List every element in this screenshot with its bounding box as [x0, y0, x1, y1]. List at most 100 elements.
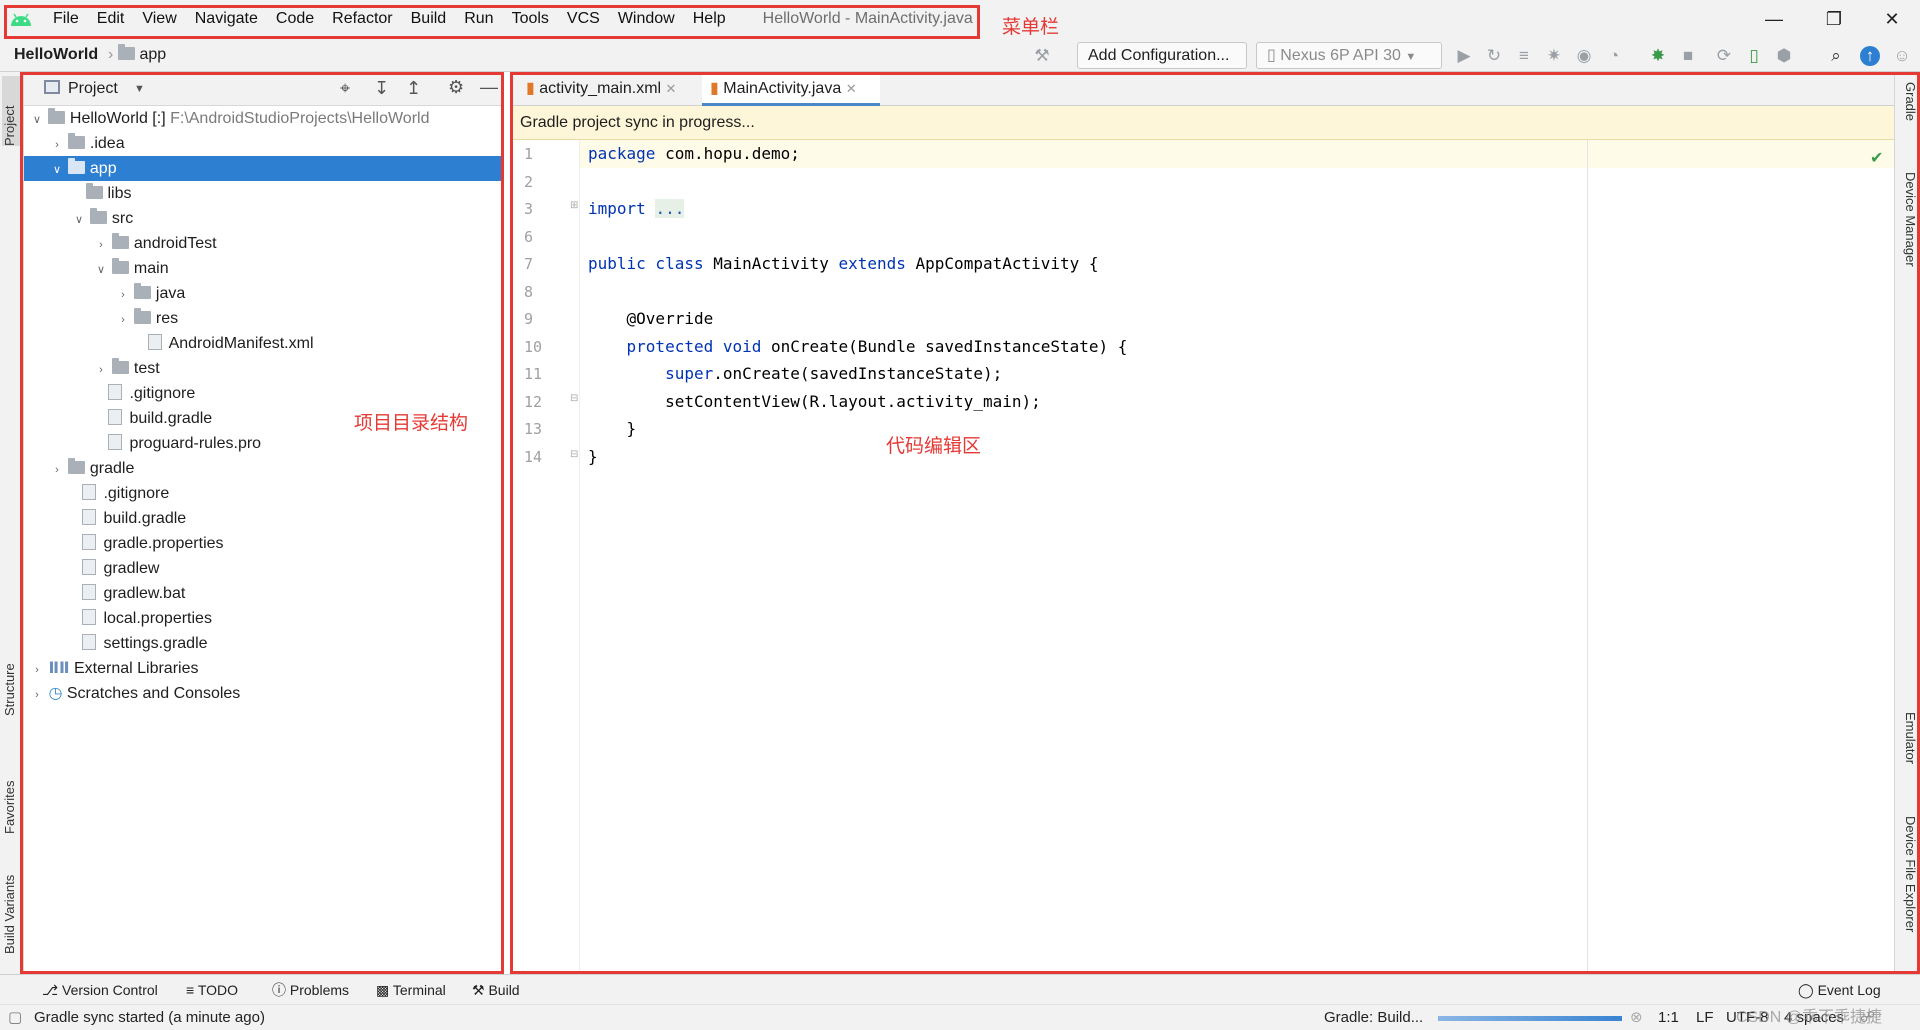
- properties-file-icon: [82, 609, 96, 625]
- collapse-all-icon[interactable]: ↥: [406, 78, 421, 99]
- todo-tab[interactable]: ≡ TODO: [186, 975, 238, 1005]
- run-coverage-icon[interactable]: ◉: [1574, 46, 1594, 66]
- menu-view[interactable]: View: [133, 0, 185, 38]
- breadcrumb-module[interactable]: app: [118, 38, 166, 72]
- chevron-down-icon: ∨: [32, 114, 42, 126]
- event-log-tab[interactable]: ◯ Event Log: [1798, 975, 1881, 1005]
- apply-changes-icon[interactable]: ↻: [1484, 46, 1504, 66]
- structure-tool-tab[interactable]: Structure: [2, 640, 22, 716]
- caret-position[interactable]: 1:1: [1658, 1005, 1679, 1030]
- tree-item-label: test: [133, 360, 160, 377]
- gradle-tool-tab[interactable]: Gradle: [1898, 82, 1918, 142]
- menu-refactor[interactable]: Refactor: [323, 0, 401, 38]
- close-window-button[interactable]: ✕: [1866, 0, 1918, 38]
- update-icon[interactable]: ↑: [1860, 46, 1880, 66]
- hammer-icon[interactable]: ⚒: [1032, 46, 1052, 66]
- build-variants-tool-tab[interactable]: Build Variants: [2, 854, 22, 954]
- expand-all-icon[interactable]: ↧: [374, 78, 389, 99]
- problems-icon: ⓘ: [272, 982, 286, 998]
- run-icon[interactable]: ▶: [1454, 46, 1474, 66]
- tree-item-label: src: [111, 210, 134, 227]
- tab-mainactivity-java[interactable]: ▮ MainActivity.java ✕: [702, 72, 880, 106]
- problems-tab[interactable]: ⓘ Problems: [272, 975, 349, 1005]
- progress-fill: [1438, 1016, 1622, 1021]
- tree-item-label: HelloWorld [:]: [69, 110, 166, 127]
- device-selector[interactable]: ▯ Nexus 6P API 30 ▼: [1256, 42, 1442, 69]
- menu-vcs[interactable]: VCS: [558, 0, 609, 38]
- terminal-tab[interactable]: ▩ Terminal: [376, 975, 446, 1005]
- project-view-selector[interactable]: Project: [68, 72, 118, 106]
- breadcrumb-project[interactable]: HelloWorld: [14, 38, 98, 72]
- close-icon[interactable]: ✕: [846, 81, 857, 96]
- build-tab[interactable]: ⚒ Build: [472, 975, 520, 1005]
- menu-tools[interactable]: Tools: [503, 0, 558, 38]
- version-control-tab[interactable]: ⎇ Version Control: [42, 975, 158, 1005]
- favorites-tool-tab[interactable]: Favorites: [2, 754, 22, 834]
- profile-icon[interactable]: ◔: [1604, 46, 1624, 66]
- attach-debugger-icon[interactable]: ✸: [1648, 46, 1668, 66]
- list-icon: ≡: [186, 982, 195, 998]
- line-separator[interactable]: LF: [1696, 1005, 1714, 1030]
- tree-item-app[interactable]: ∨ app: [24, 156, 504, 181]
- menu-window[interactable]: Window: [609, 0, 684, 38]
- tree-item-gradle[interactable]: › gradle: [24, 456, 504, 481]
- chevron-down-icon[interactable]: ▼: [134, 72, 145, 106]
- menu-code[interactable]: Code: [267, 0, 323, 38]
- tree-item-app-gitignore[interactable]: .gitignore: [24, 381, 504, 406]
- tree-item-gradle-properties[interactable]: gradle.properties: [24, 531, 504, 556]
- tree-item-gradlew-bat[interactable]: gradlew.bat: [24, 581, 504, 606]
- tree-item-local-properties[interactable]: local.properties: [24, 606, 504, 631]
- account-icon[interactable]: ☺: [1892, 46, 1912, 66]
- tree-item-libs[interactable]: libs: [24, 181, 504, 206]
- tree-item-androidmanifest[interactable]: AndroidManifest.xml: [24, 331, 504, 356]
- debug-icon[interactable]: ✷: [1544, 46, 1564, 66]
- menu-navigate[interactable]: Navigate: [186, 0, 267, 38]
- hide-panel-icon[interactable]: —: [480, 77, 498, 98]
- menu-run[interactable]: Run: [455, 0, 502, 38]
- folder-icon: [86, 183, 103, 199]
- menu-help[interactable]: Help: [684, 0, 735, 38]
- tree-item-settings-gradle[interactable]: settings.gradle: [24, 631, 504, 656]
- locate-icon[interactable]: ⌖: [340, 78, 350, 99]
- status-toggle-icon[interactable]: ▢: [8, 1005, 22, 1030]
- project-panel-header: Project ▼ ⌖ ↧ ↥ ⚙ —: [24, 72, 504, 106]
- tree-item-gradlew[interactable]: gradlew: [24, 556, 504, 581]
- tree-item-helloworld[interactable]: ∨ HelloWorld [:] F:\AndroidStudioProject…: [24, 106, 504, 131]
- gear-icon[interactable]: ⚙: [448, 77, 464, 98]
- emulator-tool-tab[interactable]: Emulator: [1898, 712, 1918, 782]
- tree-item-java[interactable]: › java: [24, 281, 504, 306]
- sync-gradle-icon[interactable]: ⟳: [1714, 46, 1734, 66]
- add-configuration-button[interactable]: Add Configuration...: [1077, 42, 1247, 69]
- menu-file[interactable]: File: [44, 0, 88, 38]
- code-content[interactable]: package com.hopu.demo; import ... public…: [510, 140, 1894, 540]
- stop-icon[interactable]: ■: [1678, 46, 1698, 66]
- menu-build[interactable]: Build: [402, 0, 456, 38]
- tab-activity-main-xml[interactable]: ▮ activity_main.xml ✕: [518, 72, 696, 106]
- menu-edit[interactable]: Edit: [88, 0, 134, 38]
- tree-item-androidtest[interactable]: › androidTest: [24, 231, 504, 256]
- tree-item-root-build-gradle[interactable]: build.gradle: [24, 506, 504, 531]
- tree-item-src[interactable]: ∨ src: [24, 206, 504, 231]
- event-log-icon: ◯: [1798, 982, 1814, 998]
- apply-code-changes-icon[interactable]: ≡: [1514, 46, 1534, 66]
- cancel-icon[interactable]: ⊗: [1630, 1005, 1643, 1030]
- tree-item-root-gitignore[interactable]: .gitignore: [24, 481, 504, 506]
- close-icon[interactable]: ✕: [666, 81, 677, 96]
- tree-item-idea[interactable]: › .idea: [24, 131, 504, 156]
- window-title: HelloWorld - MainActivity.java: [762, 10, 973, 27]
- project-tool-tab[interactable]: Project: [2, 76, 22, 146]
- chevron-right-icon: ›: [121, 314, 125, 326]
- tree-item-test[interactable]: › test: [24, 356, 504, 381]
- tree-item-res[interactable]: › res: [24, 306, 504, 331]
- device-manager-icon[interactable]: ▯: [1744, 46, 1764, 66]
- restore-button[interactable]: ❐: [1808, 0, 1860, 38]
- tree-item-external-libraries[interactable]: › ⅡⅡ External Libraries: [24, 656, 504, 681]
- search-icon[interactable]: ⌕: [1826, 46, 1846, 66]
- tree-item-scratches[interactable]: › ◷ Scratches and Consoles: [24, 681, 504, 706]
- device-file-explorer-tool-tab[interactable]: Device File Explorer: [1898, 816, 1918, 966]
- tree-item-main[interactable]: ∨ main: [24, 256, 504, 281]
- sdk-manager-icon[interactable]: ⬢: [1774, 46, 1794, 66]
- status-message: Gradle sync started (a minute ago): [34, 1009, 265, 1026]
- device-manager-tool-tab[interactable]: Device Manager: [1898, 172, 1918, 302]
- minimize-button[interactable]: —: [1748, 0, 1800, 38]
